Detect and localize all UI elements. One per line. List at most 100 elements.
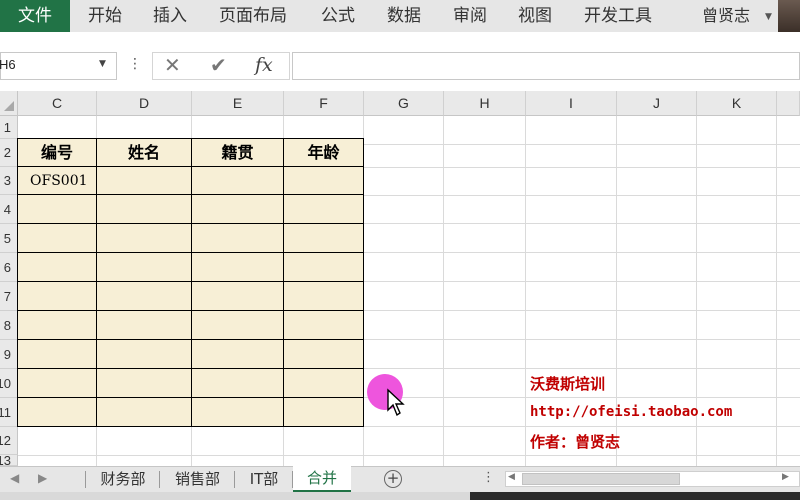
row-header-12[interactable]: 12 <box>0 427 18 455</box>
row-header-8[interactable]: 8 <box>0 311 18 340</box>
column-header-G[interactable]: G <box>364 91 444 116</box>
chevron-down-icon[interactable]: ▼ <box>765 12 772 22</box>
ribbon-tab-bar: 文件 开始 插入 页面布局 公式 数据 审阅 视图 开发工具 曾贤志 ▼ <box>0 0 800 32</box>
table-cell[interactable] <box>96 339 192 369</box>
more-options-icon[interactable]: ⋮ <box>128 56 142 72</box>
cancel-icon[interactable]: ✕ <box>164 53 181 77</box>
sheet-tab-separator <box>234 471 235 488</box>
sheet-tab-3[interactable]: IT部 <box>236 467 292 492</box>
column-header-F[interactable]: F <box>284 91 364 116</box>
table-cell[interactable] <box>17 339 97 369</box>
ribbon-tab-3[interactable]: 页面布局 <box>219 0 287 32</box>
table-cell[interactable] <box>283 397 364 427</box>
status-strip-dark <box>470 492 800 500</box>
sheet-tab-1[interactable]: 财务部 <box>87 467 159 492</box>
ribbon-tab-7[interactable]: 视图 <box>518 0 552 32</box>
table-cell[interactable] <box>96 166 192 195</box>
ribbon-tab-8[interactable]: 开发工具 <box>584 0 652 32</box>
ribbon-tab-2[interactable]: 插入 <box>153 0 187 32</box>
scroll-tabs-left-icon[interactable]: ◀ <box>10 471 19 485</box>
table-cell[interactable] <box>17 397 97 427</box>
sheet-tab-2[interactable]: 销售部 <box>161 467 234 492</box>
table-cell[interactable] <box>17 194 97 224</box>
column-header-overflow[interactable] <box>777 91 800 116</box>
table-cell[interactable] <box>283 368 364 398</box>
table-cell[interactable] <box>17 281 97 311</box>
file-tab[interactable]: 文件 <box>0 0 70 32</box>
name-box[interactable]: H6 ▼ <box>0 52 117 80</box>
table-header-cell[interactable]: 籍贯 <box>191 138 284 167</box>
row-header-7[interactable]: 7 <box>0 282 18 311</box>
table-cell[interactable] <box>96 281 192 311</box>
row-header-2[interactable]: 2 <box>0 139 18 167</box>
scroll-right-icon[interactable]: ▶ <box>782 472 789 482</box>
column-header-D[interactable]: D <box>97 91 192 116</box>
table-cell[interactable] <box>283 166 364 195</box>
table-cell[interactable] <box>283 310 364 340</box>
table-header-cell[interactable]: 姓名 <box>96 138 192 167</box>
ribbon-tab-5[interactable]: 数据 <box>387 0 421 32</box>
table-cell[interactable] <box>96 397 192 427</box>
table-cell[interactable] <box>191 223 284 253</box>
table-cell[interactable] <box>283 281 364 311</box>
table-cell[interactable] <box>17 252 97 282</box>
table-cell[interactable] <box>191 252 284 282</box>
formula-input[interactable] <box>292 52 800 80</box>
insert-function-icon[interactable]: fx <box>255 54 273 76</box>
table-cell[interactable] <box>283 223 364 253</box>
scroll-tabs-right-icon[interactable]: ▶ <box>38 471 47 485</box>
table-cell[interactable] <box>96 252 192 282</box>
row-header-4[interactable]: 4 <box>0 195 18 224</box>
table-cell[interactable] <box>191 368 284 398</box>
more-options-icon[interactable]: ⋮ <box>482 470 495 485</box>
column-header-K[interactable]: K <box>697 91 777 116</box>
table-cell[interactable] <box>17 310 97 340</box>
table-cell[interactable] <box>191 310 284 340</box>
table-header-cell[interactable]: 年龄 <box>283 138 364 167</box>
select-all-corner[interactable] <box>0 91 18 116</box>
column-header-H[interactable]: H <box>444 91 526 116</box>
table-cell[interactable] <box>17 368 97 398</box>
table-cell[interactable] <box>191 194 284 224</box>
column-header-C[interactable]: C <box>18 91 97 116</box>
row-header-3[interactable]: 3 <box>0 167 18 195</box>
table-cell[interactable] <box>283 339 364 369</box>
table-header-cell[interactable]: 编号 <box>17 138 97 167</box>
table-cell[interactable] <box>96 368 192 398</box>
row-header-5[interactable]: 5 <box>0 224 18 253</box>
table-cell[interactable] <box>191 281 284 311</box>
row-header-9[interactable]: 9 <box>0 340 18 369</box>
row-header-6[interactable]: 6 <box>0 253 18 282</box>
table-cell[interactable] <box>96 223 192 253</box>
row-header-10[interactable]: 10 <box>0 369 18 398</box>
user-avatar[interactable] <box>778 0 800 32</box>
ribbon-tab-4[interactable]: 公式 <box>321 0 355 32</box>
row-header-11[interactable]: 11 <box>0 398 18 427</box>
table-cell[interactable] <box>191 166 284 195</box>
row-header-1[interactable]: 1 <box>0 116 18 139</box>
table-cell[interactable]: OFS001 <box>17 166 97 195</box>
worksheet-grid[interactable]: CDEFGHIJK12345678910111213编号姓名籍贯年龄OFS001… <box>0 91 800 466</box>
table-cell[interactable] <box>283 252 364 282</box>
row-header-13[interactable]: 13 <box>0 455 18 466</box>
scrollbar-thumb[interactable] <box>522 473 680 485</box>
column-header-I[interactable]: I <box>526 91 617 116</box>
mouse-cursor-icon <box>387 388 405 417</box>
table-cell[interactable] <box>191 339 284 369</box>
user-account-name[interactable]: 曾贤志 <box>702 0 750 32</box>
column-header-J[interactable]: J <box>617 91 697 116</box>
row-number: 10 <box>0 376 11 391</box>
column-header-E[interactable]: E <box>192 91 284 116</box>
table-cell[interactable] <box>96 194 192 224</box>
add-sheet-icon[interactable]: + <box>384 470 402 488</box>
ribbon-tab-6[interactable]: 审阅 <box>453 0 487 32</box>
table-cell[interactable] <box>191 397 284 427</box>
enter-check-icon[interactable]: ✔ <box>210 53 227 77</box>
table-cell[interactable] <box>96 310 192 340</box>
chevron-down-icon[interactable]: ▼ <box>99 59 106 69</box>
table-cell[interactable] <box>17 223 97 253</box>
table-cell[interactable] <box>283 194 364 224</box>
sheet-tab-4[interactable]: 合并 <box>293 466 351 493</box>
scroll-left-icon[interactable]: ◀ <box>508 472 515 482</box>
ribbon-tab-1[interactable]: 开始 <box>88 0 122 32</box>
